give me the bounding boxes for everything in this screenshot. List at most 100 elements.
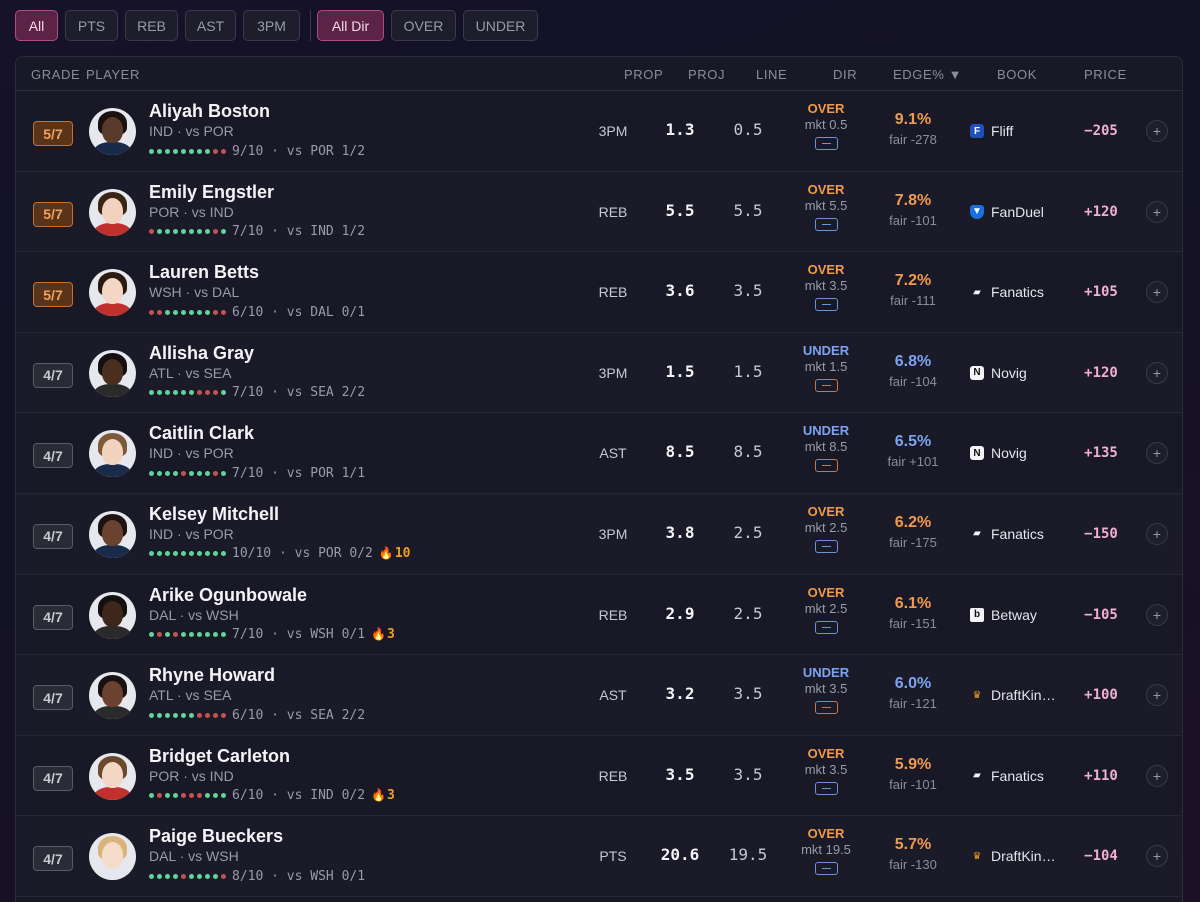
direction-label: OVER xyxy=(807,101,845,116)
hit-rate: 7/10 · vs IND 1/2 xyxy=(232,224,366,240)
player-name[interactable]: Kelsey Mitchell xyxy=(149,504,279,525)
filter-prop-pts[interactable]: PTS xyxy=(65,10,118,41)
add-to-slip-button[interactable]: + xyxy=(1146,281,1168,304)
flame-icon: 🔥 xyxy=(371,788,387,803)
sportsbook[interactable]: ▼ FanDuel xyxy=(970,204,1055,220)
player-name[interactable]: Arike Ogunbowale xyxy=(149,585,307,606)
avatar-face xyxy=(102,600,123,627)
flip-direction-toggle[interactable] xyxy=(814,137,838,150)
flip-direction-toggle[interactable] xyxy=(814,781,838,795)
hit-rate: 9/10 · vs POR 1/2 xyxy=(232,143,366,159)
table-row[interactable]: 4/7 Rhyne Howard ATL · vs SEA 6/10 · vs … xyxy=(16,655,1182,736)
edge-percent: 5.9% xyxy=(894,755,932,773)
column-book[interactable]: BOOK xyxy=(997,67,1037,82)
filter-prop-ast[interactable]: AST xyxy=(185,10,236,41)
miss-dot xyxy=(213,390,218,396)
hit-dot xyxy=(205,632,210,638)
add-to-slip-button[interactable]: + xyxy=(1146,684,1168,707)
column-line[interactable]: LINE xyxy=(756,67,787,82)
flip-direction-toggle[interactable] xyxy=(814,701,838,715)
table-row[interactable]: 4/7 Paige Bueckers DAL · vs WSH 8/10 · v… xyxy=(16,816,1182,897)
edge-cell: 7.8% fair -101 xyxy=(866,192,960,228)
sportsbook[interactable]: ▰ Fanatics xyxy=(970,768,1055,784)
table-row[interactable]: 4/7 Allisha Gray ATL · vs SEA 7/10 · vs … xyxy=(16,332,1182,414)
filter-dir-under[interactable]: UNDER xyxy=(463,10,538,41)
player-name[interactable]: Caitlin Clark xyxy=(149,423,254,444)
fair-odds: fair -121 xyxy=(889,696,937,712)
player-matchup: ATL · vs SEA xyxy=(149,364,232,381)
table-row[interactable]: 5/7 Lauren Betts WSH · vs DAL 6/10 · vs … xyxy=(16,252,1182,333)
line-value: 5.5 xyxy=(733,200,763,220)
sportsbook[interactable]: ▰ Fanatics xyxy=(970,284,1055,300)
table-row[interactable]: 4/7 Arike Ogunbowale DAL · vs WSH 7/10 ·… xyxy=(16,574,1182,656)
add-to-slip-button[interactable]: + xyxy=(1146,200,1168,223)
table-row[interactable]: 4/7 Caitlin Clark IND · vs POR 7/10 · vs… xyxy=(16,413,1182,494)
recent-form: 6/10 · vs DAL 0/1 xyxy=(149,304,365,320)
column-prop[interactable]: PROP xyxy=(624,67,663,82)
column-grade[interactable]: GRADE xyxy=(31,67,80,82)
player-name[interactable]: Emily Engstler xyxy=(149,182,274,203)
hit-dot xyxy=(221,229,226,235)
player-name[interactable]: Lauren Betts xyxy=(149,262,259,283)
hit-dot xyxy=(173,470,178,476)
column-dir[interactable]: DIR xyxy=(833,67,857,82)
column-proj[interactable]: PROJ xyxy=(688,67,725,82)
filter-prop-3pm[interactable]: 3PM xyxy=(243,10,300,41)
hit-dot xyxy=(157,148,162,154)
avatar-face xyxy=(102,278,123,305)
add-to-slip-button[interactable]: + xyxy=(1146,442,1168,465)
miss-dot xyxy=(189,793,194,799)
filter-prop-all[interactable]: All xyxy=(15,10,58,41)
player-name[interactable]: Paige Bueckers xyxy=(149,826,283,847)
add-to-slip-button[interactable]: + xyxy=(1146,603,1168,626)
flip-direction-toggle[interactable] xyxy=(814,217,838,231)
player-name[interactable]: Allisha Gray xyxy=(149,343,254,364)
sportsbook[interactable]: F Fliff xyxy=(970,123,1055,139)
flip-direction-toggle[interactable] xyxy=(814,459,838,473)
player-name[interactable]: Aliyah Boston xyxy=(149,101,270,122)
table-row[interactable]: 5/7 Emily Engstler POR · vs IND 7/10 · v… xyxy=(16,171,1182,253)
edge-cell: 9.1% fair -278 xyxy=(866,111,960,147)
hit-dot xyxy=(205,309,210,315)
price-odds: +135 xyxy=(1084,445,1118,462)
sportsbook[interactable]: b Betway xyxy=(970,607,1055,623)
flip-direction-toggle[interactable] xyxy=(814,378,838,392)
add-to-slip-button[interactable]: + xyxy=(1146,361,1168,384)
flip-direction-toggle[interactable] xyxy=(814,298,838,312)
add-to-slip-button[interactable]: + xyxy=(1146,522,1168,545)
flip-direction-toggle[interactable] xyxy=(814,862,838,876)
sportsbook[interactable]: N Novig xyxy=(970,365,1055,381)
add-to-slip-button[interactable]: + xyxy=(1146,120,1168,142)
player-name[interactable]: Bridget Carleton xyxy=(149,746,290,767)
table-row[interactable]: 4/7 Bridget Carleton POR · vs IND 6/10 ·… xyxy=(16,735,1182,817)
grade-badge: 4/7 xyxy=(33,685,73,711)
sportsbook[interactable]: ▰ Fanatics xyxy=(970,526,1055,542)
column-player[interactable]: PLAYER xyxy=(86,67,140,82)
player-name[interactable]: Rhyne Howard xyxy=(149,665,275,686)
hit-dot xyxy=(149,712,154,718)
table-row[interactable]: 4/7 Kelsey Mitchell IND · vs POR 10/10 ·… xyxy=(16,493,1182,575)
hit-dot xyxy=(165,148,170,154)
add-to-slip-button[interactable]: + xyxy=(1146,845,1168,868)
flip-direction-toggle[interactable] xyxy=(814,539,838,553)
hit-dot xyxy=(173,712,178,718)
fair-odds: fair -130 xyxy=(889,857,937,873)
line-value: 8.5 xyxy=(733,442,763,462)
sportsbook[interactable]: ♛ DraftKin… xyxy=(970,848,1055,864)
table-row[interactable]: 5/7 Aliyah Boston IND · vs POR 9/10 · vs… xyxy=(16,91,1182,172)
sportsbook[interactable]: N Novig xyxy=(970,445,1055,461)
add-to-slip-button[interactable]: + xyxy=(1146,764,1168,787)
filter-prop-reb[interactable]: REB xyxy=(125,10,178,41)
filter-dir-all[interactable]: All Dir xyxy=(317,10,384,41)
flip-direction-toggle[interactable] xyxy=(814,620,838,634)
sportsbook-name: Fliff xyxy=(991,123,1014,139)
miss-dot xyxy=(205,390,210,396)
filter-dir-over[interactable]: OVER xyxy=(391,10,456,41)
miss-dot xyxy=(197,793,202,799)
fair-odds: fair -278 xyxy=(889,132,937,147)
column-edge-sorted[interactable]: EDGE% ▼ xyxy=(893,67,962,82)
projection: 3.5 xyxy=(665,764,695,784)
column-price[interactable]: PRICE xyxy=(1084,67,1127,82)
fair-odds: fair -104 xyxy=(889,373,937,389)
sportsbook[interactable]: ♛ DraftKin… xyxy=(970,687,1055,703)
